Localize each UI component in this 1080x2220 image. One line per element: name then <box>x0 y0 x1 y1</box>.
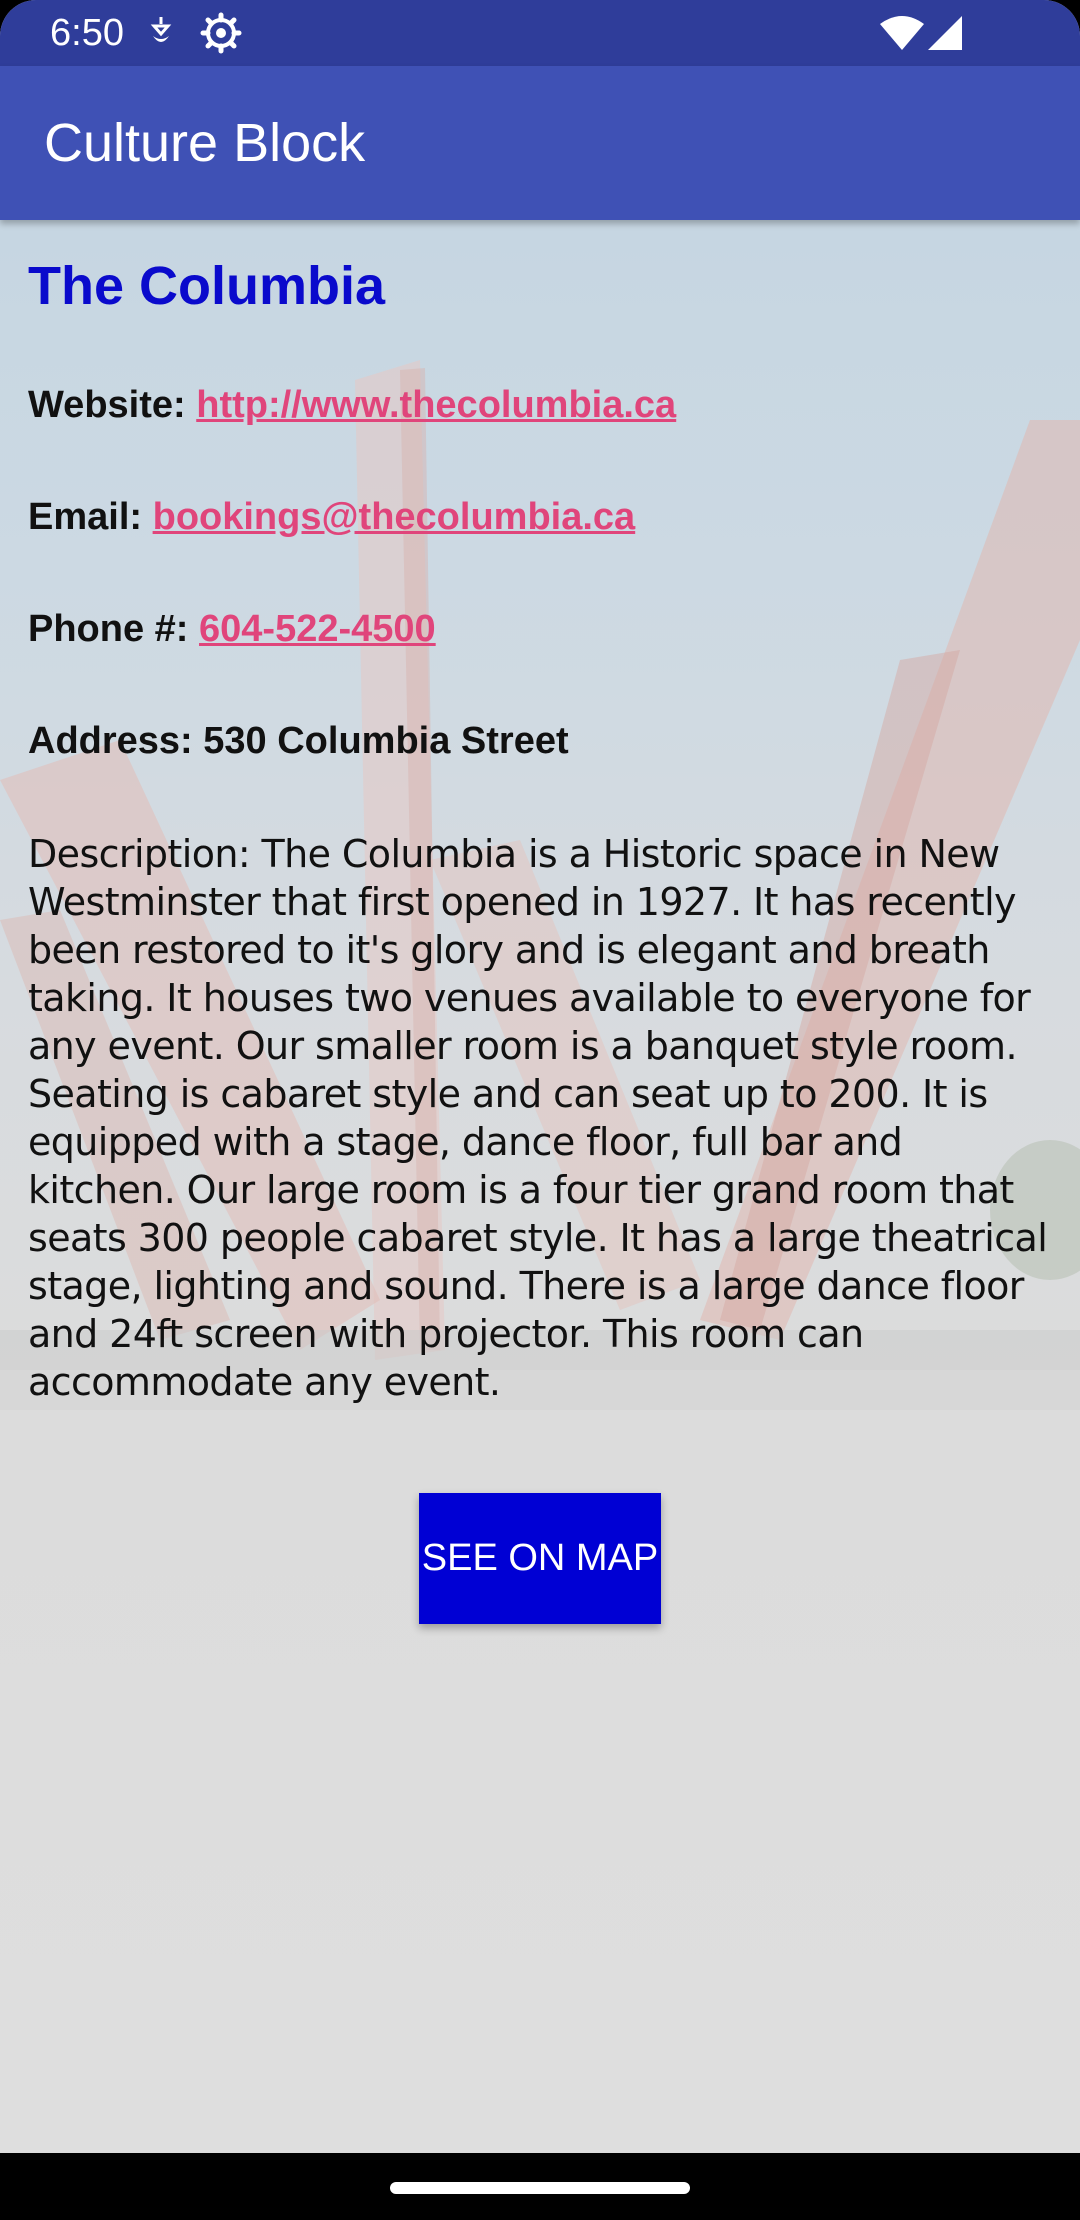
venue-detail-content: The Columbia Website: http://www.thecolu… <box>0 220 1080 2153</box>
app-screen: 6:50 Culture Block The Columbia Website:… <box>0 0 1080 2220</box>
phone-label: Phone #: <box>28 608 189 650</box>
address-label: Address: <box>28 720 193 762</box>
status-bar: 6:50 <box>0 0 1080 66</box>
email-label: Email: <box>28 496 143 538</box>
address-value: 530 Columbia Street <box>203 720 569 762</box>
phone-link[interactable]: 604-522-4500 <box>199 608 436 650</box>
email-link[interactable]: bookings@thecolumbia.ca <box>153 496 636 538</box>
app-bar: Culture Block <box>0 66 1080 220</box>
email-row: Email: bookings@thecolumbia.ca <box>28 494 635 540</box>
phone-row: Phone #: 604-522-4500 <box>28 606 436 652</box>
location-icon <box>148 14 174 55</box>
status-time: 6:50 <box>50 12 124 54</box>
website-link[interactable]: http://www.thecolumbia.ca <box>196 384 676 426</box>
website-row: Website: http://www.thecolumbia.ca <box>28 382 676 428</box>
address-row: Address: 530 Columbia Street <box>28 718 569 764</box>
venue-description: Description: The Columbia is a Historic … <box>28 832 1048 1404</box>
wifi-icon <box>880 16 924 55</box>
home-gesture-handle[interactable] <box>390 2182 690 2194</box>
signal-icon <box>928 16 962 55</box>
navigation-bar <box>0 2153 1080 2220</box>
website-label: Website: <box>28 384 186 426</box>
see-on-map-button[interactable]: SEE ON MAP <box>419 1493 661 1624</box>
settings-icon <box>200 12 242 59</box>
app-title: Culture Block <box>44 113 366 173</box>
venue-title: The Columbia <box>28 256 386 316</box>
